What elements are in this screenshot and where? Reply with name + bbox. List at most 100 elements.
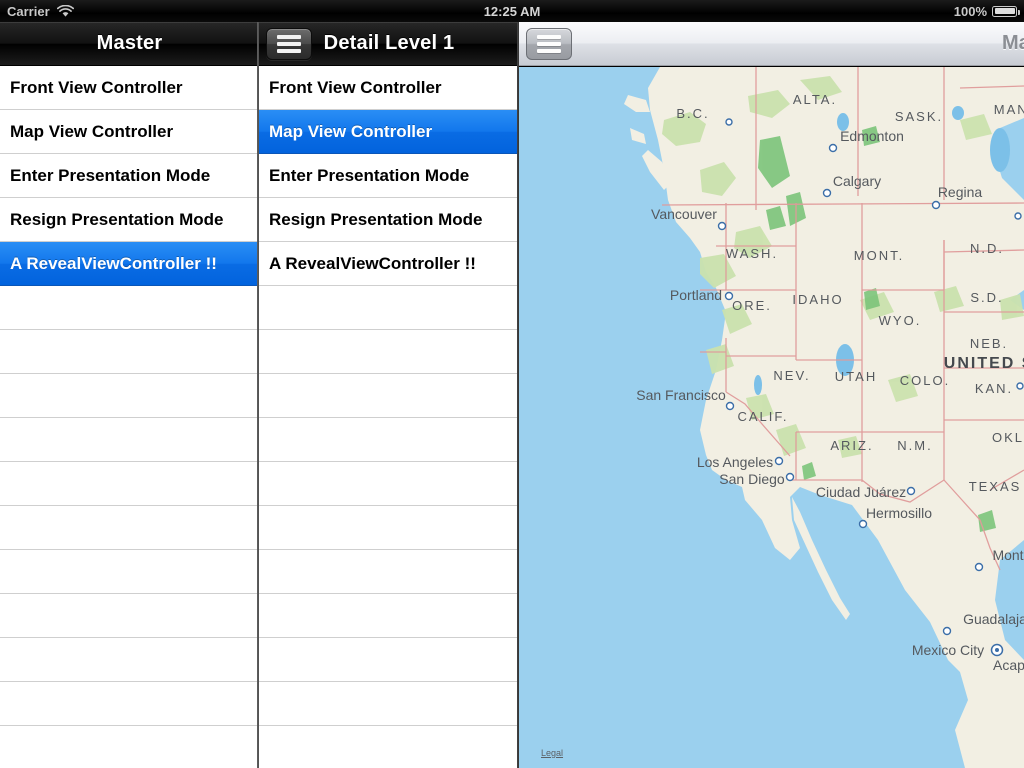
table-row-empty[interactable] [259, 682, 519, 726]
status-bar-right: 100% [953, 3, 1020, 19]
table-row-empty[interactable] [259, 374, 519, 418]
table-row[interactable]: A RevealViewController !! [0, 242, 259, 286]
map-label: WASH. [726, 246, 778, 261]
map-label: WYO. [879, 313, 922, 328]
map-label: MONT. [854, 248, 904, 263]
table-row-empty[interactable] [259, 550, 519, 594]
map-label: IDAHO [792, 292, 843, 307]
table-row-empty[interactable] [0, 374, 259, 418]
map-label: KAN. [975, 381, 1013, 396]
map-label: Portland [670, 287, 722, 303]
master-title: Master [96, 32, 163, 54]
map-label: UTAH [835, 369, 877, 384]
table-row-empty[interactable] [259, 638, 519, 682]
table-row-empty[interactable] [0, 594, 259, 638]
table-row[interactable]: A RevealViewController !! [259, 242, 519, 286]
map-label: S.D. [970, 290, 1003, 305]
map-label: ORE. [732, 298, 772, 313]
table-row-empty[interactable] [0, 638, 259, 682]
map-label: MAN. [994, 102, 1024, 117]
table-row-empty[interactable] [0, 462, 259, 506]
table-row-label: Enter Presentation Mode [10, 165, 211, 185]
map-label: Vancouver [651, 206, 717, 222]
detail-table[interactable]: Front View Controller Map View Controller… [259, 66, 519, 768]
table-row-empty[interactable] [259, 462, 519, 506]
master-table[interactable]: Front View Controller Map View Controller… [0, 66, 259, 768]
map-title: Map [1002, 32, 1024, 54]
map-label: SASK. [895, 109, 943, 124]
table-row[interactable]: Enter Presentation Mode [259, 154, 519, 198]
map-label: Los Angeles [697, 454, 773, 470]
map-label: OKL [992, 430, 1024, 445]
map-graphics: B.C. ALTA. SASK. MAN. Edmonton Calgary Regina V… [519, 67, 1024, 768]
table-row-empty[interactable] [0, 286, 259, 330]
map-label: CALIF. [737, 409, 788, 424]
map-label: Acap [993, 657, 1024, 673]
detail-navigation-bar: Detail Level 1 [259, 22, 519, 66]
map-label: Edmonton [840, 128, 904, 144]
map-label: TEXAS [969, 479, 1022, 494]
map-navigation-bar: Map [519, 22, 1024, 66]
map-label: UNITED ST [944, 355, 1024, 372]
map-label: B.C. [676, 106, 709, 121]
table-row[interactable]: Resign Presentation Mode [0, 198, 259, 242]
table-row-label: Resign Presentation Mode [269, 209, 483, 229]
legal-link[interactable]: Legal [541, 748, 563, 758]
table-row-empty[interactable] [259, 506, 519, 550]
map-label: Mont [992, 547, 1023, 563]
table-row-empty[interactable] [259, 330, 519, 374]
battery-percent-label: 100% [953, 3, 987, 19]
map-label: COLO. [900, 373, 950, 388]
table-row-empty[interactable] [0, 726, 259, 768]
map-label: N.D. [970, 241, 1004, 256]
map-label: N.M. [897, 438, 932, 453]
map-label: Guadalaja [963, 611, 1024, 627]
table-row-label: Resign Presentation Mode [10, 209, 224, 229]
map-label: NEV. [773, 368, 810, 383]
map-label: Mexico City [912, 642, 984, 658]
table-row[interactable]: Map View Controller [259, 110, 519, 154]
map-label: Calgary [833, 173, 881, 189]
table-row-label: Map View Controller [269, 121, 433, 141]
table-row-empty[interactable] [0, 550, 259, 594]
table-row-empty[interactable] [259, 418, 519, 462]
status-bar: Carrier 12:25 AM 100% [0, 0, 1024, 22]
table-row-empty[interactable] [259, 726, 519, 768]
capital-marker [990, 643, 1004, 657]
table-row-empty[interactable] [0, 682, 259, 726]
detail-map-divider [517, 22, 519, 768]
map-label: ALTA. [793, 92, 837, 107]
master-navigation-bar: Master [0, 22, 259, 66]
table-row-label: Front View Controller [269, 77, 442, 97]
map-label: Hermosillo [866, 505, 932, 521]
map-label: NEB. [970, 336, 1008, 351]
detail-panel: Detail Level 1 Front View Controller Map … [259, 22, 519, 768]
ipad-screen: Carrier 12:25 AM 100% Master Front View … [0, 0, 1024, 768]
map-panel: Map [519, 22, 1024, 768]
detail-title: Detail Level 1 [323, 32, 455, 54]
table-row[interactable]: Enter Presentation Mode [0, 154, 259, 198]
table-row-label: A RevealViewController !! [10, 253, 217, 273]
table-row[interactable]: Front View Controller [0, 66, 259, 110]
table-row-empty[interactable] [0, 330, 259, 374]
battery-full-icon [992, 5, 1020, 17]
table-row-empty[interactable] [0, 418, 259, 462]
table-row[interactable]: Resign Presentation Mode [259, 198, 519, 242]
table-row-label: Map View Controller [10, 121, 174, 141]
table-row-label: Front View Controller [10, 77, 183, 97]
hamburger-menu-icon[interactable] [526, 27, 572, 60]
map-label: Ciudad Juárez [816, 484, 906, 500]
map-label: Regina [938, 184, 983, 200]
map-label: San Francisco [636, 387, 726, 403]
table-row-empty[interactable] [0, 506, 259, 550]
table-row-label: Enter Presentation Mode [269, 165, 470, 185]
table-row-empty[interactable] [259, 286, 519, 330]
master-detail-divider [257, 22, 259, 768]
map-label: ARIZ. [830, 438, 873, 453]
clock-label: 12:25 AM [483, 3, 541, 19]
table-row[interactable]: Front View Controller [259, 66, 519, 110]
table-row[interactable]: Map View Controller [0, 110, 259, 154]
map-view[interactable]: B.C. ALTA. SASK. MAN. Edmonton Calgary Regina V… [519, 67, 1024, 768]
table-row-empty[interactable] [259, 594, 519, 638]
table-row-label: A RevealViewController !! [269, 253, 476, 273]
